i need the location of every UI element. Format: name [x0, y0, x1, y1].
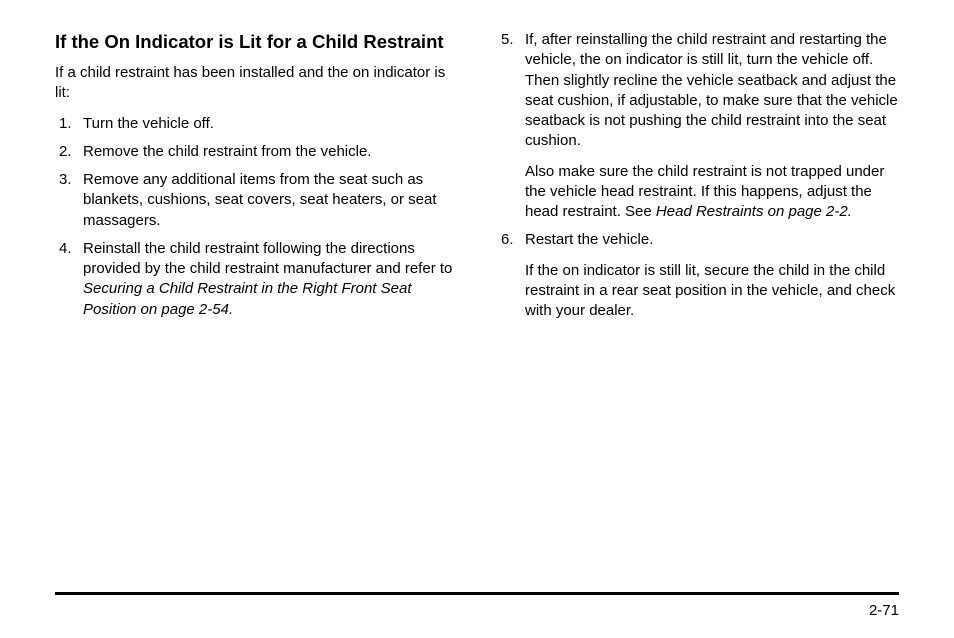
step-marker: 3.: [59, 170, 72, 190]
step-continuation: Also make sure the child restraint is no…: [525, 162, 899, 223]
step-text: Turn the vehicle off.: [83, 115, 214, 132]
step-cross-ref: Securing a Child Restraint in the Right …: [83, 280, 412, 317]
step-5: 5. If, after reinstalling the child rest…: [525, 30, 899, 222]
step-continuation: If the on indicator is still lit, secure…: [525, 261, 899, 322]
left-column: If the On Indicator is Lit for a Child R…: [55, 30, 457, 329]
two-column-layout: If the On Indicator is Lit for a Child R…: [55, 30, 899, 329]
step-1: 1. Turn the vehicle off.: [83, 114, 457, 134]
step-marker: 6.: [501, 230, 514, 250]
step-text: Remove the child restraint from the vehi…: [83, 143, 371, 160]
step-3: 3. Remove any additional items from the …: [83, 170, 457, 231]
step-text-part: Reinstall the child restraint following …: [83, 240, 452, 277]
right-column: 5. If, after reinstalling the child rest…: [497, 30, 899, 329]
steps-list-left: 1. Turn the vehicle off. 2. Remove the c…: [55, 114, 457, 320]
step-text: If, after reinstalling the child restrai…: [525, 31, 898, 149]
manual-page: If the On Indicator is Lit for a Child R…: [0, 0, 954, 638]
step-marker: 5.: [501, 30, 514, 50]
step-marker: 2.: [59, 142, 72, 162]
step-cross-ref: Head Restraints on page 2‑2.: [656, 203, 852, 220]
intro-paragraph: If a child restraint has been installed …: [55, 63, 457, 104]
step-text: Remove any additional items from the sea…: [83, 171, 437, 229]
step-marker: 1.: [59, 114, 72, 134]
section-heading: If the On Indicator is Lit for a Child R…: [55, 30, 457, 53]
footer-rule: [55, 592, 899, 595]
step-2: 2. Remove the child restraint from the v…: [83, 142, 457, 162]
page-footer: 2-71: [55, 592, 899, 595]
step-text: Restart the vehicle.: [525, 231, 653, 248]
step-4: 4. Reinstall the child restraint followi…: [83, 239, 457, 320]
steps-list-right: 5. If, after reinstalling the child rest…: [497, 30, 899, 321]
step-marker: 4.: [59, 239, 72, 259]
step-6: 6. Restart the vehicle. If the on indica…: [525, 230, 899, 321]
page-number: 2-71: [869, 602, 899, 619]
